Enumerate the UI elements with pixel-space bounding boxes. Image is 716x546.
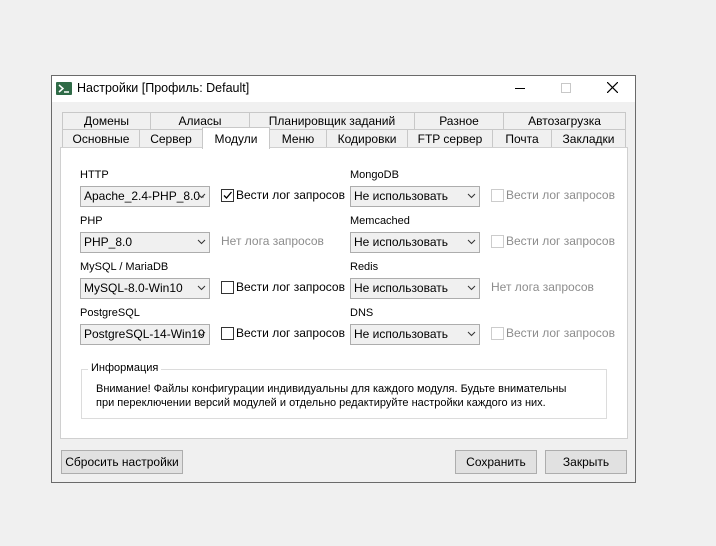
http-log-label: Вести лог запросов <box>236 188 345 202</box>
postgres-label: PostgreSQL <box>80 307 140 319</box>
close-window-button[interactable] <box>589 76 635 102</box>
memcached-log-checkbox <box>491 235 504 248</box>
tab-ftp-server[interactable]: FTP сервер <box>407 129 493 148</box>
chevron-down-icon <box>467 285 476 291</box>
redis-select[interactable]: Не использовать <box>350 278 480 299</box>
php-select-value: PHP_8.0 <box>84 235 133 249</box>
terminal-icon <box>56 82 72 95</box>
chevron-down-icon <box>197 193 206 199</box>
tab-modules[interactable]: Модули <box>202 127 270 149</box>
tab-menu[interactable]: Меню <box>269 129 327 148</box>
close-icon <box>606 81 618 96</box>
postgres-log-checkbox[interactable] <box>221 327 234 340</box>
memcached-select[interactable]: Не использовать <box>350 232 480 253</box>
php-select[interactable]: PHP_8.0 <box>80 232 210 253</box>
http-log-checkbox[interactable] <box>221 189 234 202</box>
save-button[interactable]: Сохранить <box>455 450 537 474</box>
dns-select-value: Не использовать <box>354 327 448 341</box>
redis-no-log-note: Нет лога запросов <box>491 280 594 294</box>
tab-domains[interactable]: Домены <box>62 112 151 130</box>
chevron-down-icon <box>197 331 206 337</box>
redis-label: Redis <box>350 261 379 273</box>
chevron-down-icon <box>467 239 476 245</box>
dns-label: DNS <box>350 307 374 319</box>
info-group-title: Информация <box>88 362 162 374</box>
dns-select[interactable]: Не использовать <box>350 324 480 345</box>
tab-misc[interactable]: Разное <box>414 112 504 130</box>
mysql-select[interactable]: MySQL-8.0-Win10 <box>80 278 210 299</box>
checkmark-icon <box>223 191 232 199</box>
title-bar[interactable]: Настройки [Профиль: Default] <box>52 76 635 102</box>
tab-server[interactable]: Сервер <box>139 129 203 148</box>
info-text: Внимание! Файлы конфигурации индивидуаль… <box>96 383 567 409</box>
redis-select-value: Не использовать <box>354 281 448 295</box>
chevron-down-icon <box>467 193 476 199</box>
postgres-select-value: PostgreSQL-14-Win10 <box>84 327 205 341</box>
window-title: Настройки [Профиль: Default] <box>77 81 250 95</box>
chevron-down-icon <box>467 331 476 337</box>
tab-general[interactable]: Основные <box>62 129 140 148</box>
memcached-select-value: Не использовать <box>354 235 448 249</box>
dns-log-checkbox <box>491 327 504 340</box>
tab-encodings[interactable]: Кодировки <box>326 129 408 148</box>
tab-scheduler[interactable]: Планировщик заданий <box>249 112 415 130</box>
mysql-log-label: Вести лог запросов <box>236 280 345 294</box>
mysql-log-checkbox[interactable] <box>221 281 234 294</box>
tab-autostart[interactable]: Автозагрузка <box>503 112 626 130</box>
http-label: HTTP <box>80 169 109 181</box>
mysql-label: MySQL / MariaDB <box>80 261 169 273</box>
php-label: PHP <box>80 215 103 227</box>
maximize-button <box>543 76 589 102</box>
settings-window: Настройки [Профиль: Default] Домены Алиа… <box>51 75 636 483</box>
reset-settings-button[interactable]: Сбросить настройки <box>61 450 183 474</box>
tab-mail[interactable]: Почта <box>492 129 552 148</box>
mongodb-log-checkbox <box>491 189 504 202</box>
memcached-log-label: Вести лог запросов <box>506 234 615 248</box>
mysql-select-value: MySQL-8.0-Win10 <box>84 281 183 295</box>
modules-panel: HTTP Apache_2.4-PHP_8.0- Вести лог запро… <box>60 147 628 439</box>
mongodb-select[interactable]: Не использовать <box>350 186 480 207</box>
memcached-label: Memcached <box>350 215 410 227</box>
mongodb-log-label: Вести лог запросов <box>506 188 615 202</box>
postgres-log-label: Вести лог запросов <box>236 326 345 340</box>
php-no-log-note: Нет лога запросов <box>221 234 324 248</box>
http-select-value: Apache_2.4-PHP_8.0- <box>84 189 205 203</box>
chevron-down-icon <box>197 285 206 291</box>
close-button[interactable]: Закрыть <box>545 450 627 474</box>
chevron-down-icon <box>197 239 206 245</box>
mongodb-select-value: Не использовать <box>354 189 448 203</box>
maximize-icon <box>561 82 571 96</box>
mongodb-label: MongoDB <box>350 169 399 181</box>
http-select[interactable]: Apache_2.4-PHP_8.0- <box>80 186 210 207</box>
tab-bookmarks[interactable]: Закладки <box>551 129 626 148</box>
minimize-icon <box>515 82 525 96</box>
dns-log-label: Вести лог запросов <box>506 326 615 340</box>
info-group: Информация Внимание! Файлы конфигурации … <box>81 362 607 419</box>
postgres-select[interactable]: PostgreSQL-14-Win10 <box>80 324 210 345</box>
minimize-button[interactable] <box>497 76 543 102</box>
